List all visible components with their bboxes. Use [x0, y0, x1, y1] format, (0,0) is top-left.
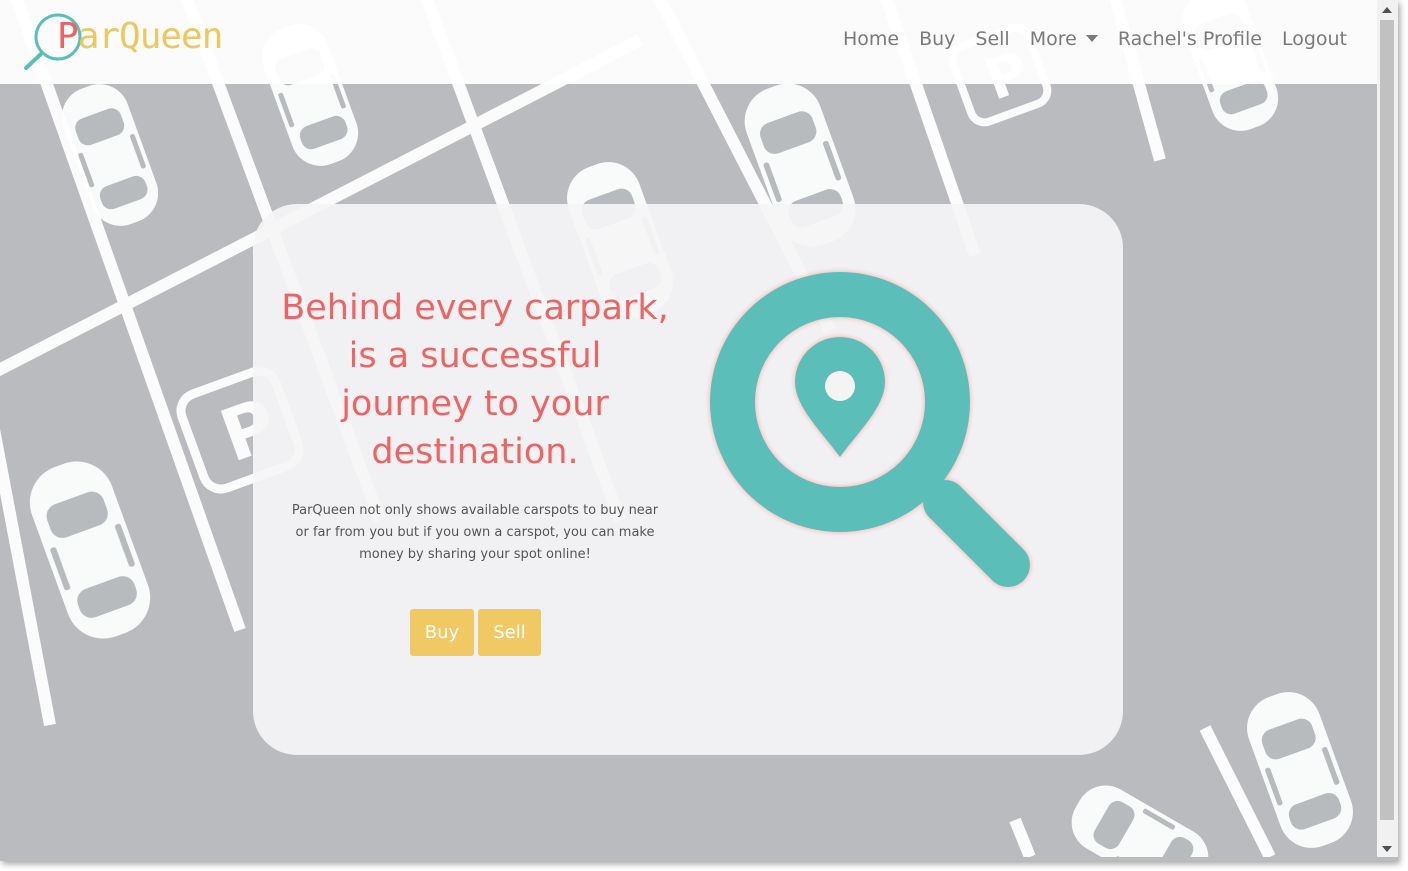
- scrollbar-thumb[interactable]: [1380, 20, 1394, 820]
- nav-menu: Home Buy Sell More Rachel's Profile Logo…: [843, 28, 1347, 50]
- search-location-icon: [710, 272, 1030, 587]
- nav-more-label: More: [1029, 28, 1077, 50]
- buy-button[interactable]: Buy: [410, 609, 474, 656]
- vertical-scrollbar[interactable]: [1377, 0, 1398, 857]
- brand-logo[interactable]: ParQueen: [22, 10, 223, 74]
- brand-name-rest: arQueen: [77, 16, 224, 57]
- nav-logout-link[interactable]: Logout: [1282, 28, 1347, 50]
- nav-sell-link[interactable]: Sell: [975, 28, 1009, 50]
- nav-profile-link[interactable]: Rachel's Profile: [1118, 28, 1262, 50]
- scroll-up-arrow-icon[interactable]: [1382, 7, 1392, 13]
- caret-down-icon: [1085, 35, 1098, 42]
- top-navbar: ParQueen Home Buy Sell More Rachel's Pro…: [0, 0, 1377, 84]
- scroll-down-arrow-icon[interactable]: [1382, 846, 1392, 852]
- hero-headline: Behind every carpark, is a successful jo…: [281, 288, 669, 472]
- nav-buy-link[interactable]: Buy: [919, 28, 955, 50]
- brand-first-letter: P: [57, 16, 79, 57]
- nav-more-dropdown[interactable]: More: [1030, 28, 1098, 50]
- nav-home-link[interactable]: Home: [843, 28, 899, 50]
- sell-button[interactable]: Sell: [478, 609, 541, 656]
- browser-window: P P ParQueen Home Buy Sell More Rachel's…: [0, 0, 1398, 861]
- hero-description: ParQueen not only shows available carspo…: [291, 503, 659, 562]
- brand-name: ParQueen: [57, 16, 224, 57]
